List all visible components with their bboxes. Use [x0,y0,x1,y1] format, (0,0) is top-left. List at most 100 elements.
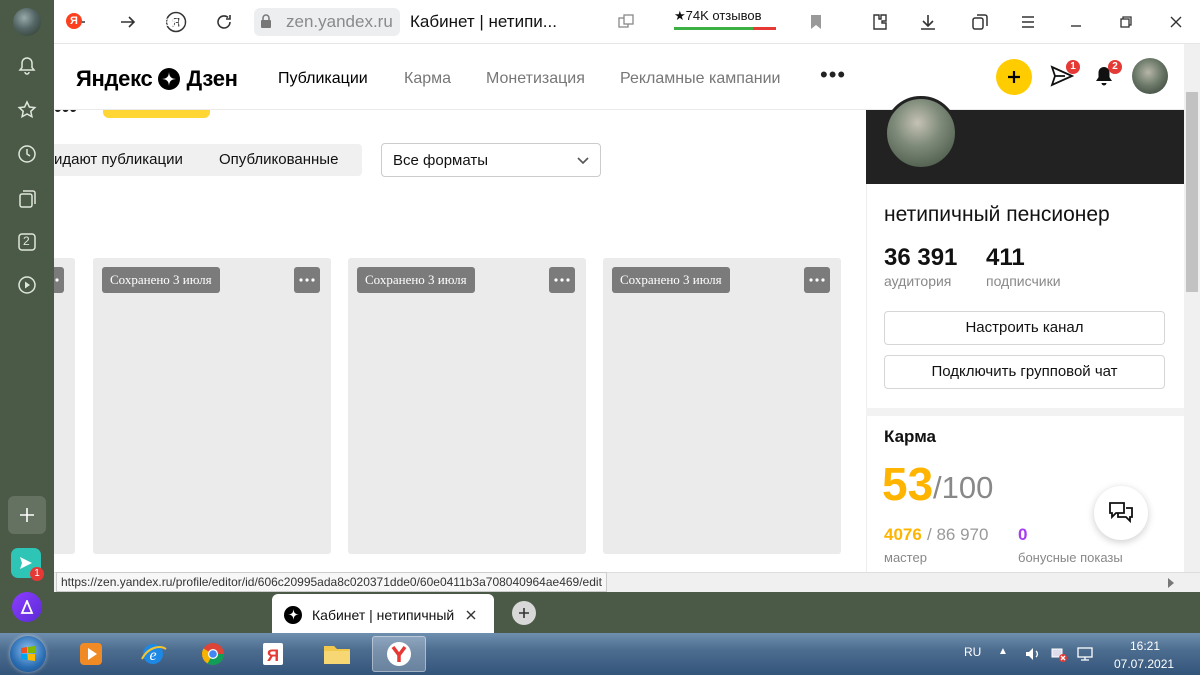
tab-cabinet-content[interactable]: Кабинет | нетипичный [284,594,476,635]
internet-explorer-icon[interactable]: e [126,636,180,672]
translate-icon[interactable] [614,10,638,34]
clock-date[interactable]: 07.07.2021 [1114,657,1174,671]
close-icon[interactable] [1164,10,1188,34]
profile-avatar[interactable] [1132,58,1168,94]
send-badge: 1 [1066,60,1080,74]
bell-icon[interactable] [15,54,39,78]
user-avatar[interactable] [13,8,41,36]
network-icon[interactable] [1076,646,1094,667]
subscribers-label: подписчики [986,273,1061,289]
master-value: 4076 [884,525,922,544]
chevron-down-icon [576,153,590,172]
vertical-scrollbar[interactable] [1184,44,1200,572]
browser-toolbar: Я zen.yandex.ru Кабинет | нетипи... ★74K… [54,0,1200,44]
bookmark-icon[interactable] [804,10,828,34]
nav-publications[interactable]: Публикации [278,70,368,88]
tab-awaiting[interactable]: идают публикации [54,151,183,168]
nav-ad-campaigns[interactable]: Рекламные кампании [620,70,780,88]
create-post-button[interactable] [996,59,1032,95]
folder-icon[interactable] [310,636,364,672]
card-more-button[interactable] [549,267,575,293]
lock-icon [256,11,276,31]
draft-card[interactable]: Сохранено 3 июля [603,258,841,554]
yandex-app-icon[interactable]: Я [246,636,300,672]
channel-name: нетипичный пенсионер [884,203,1110,226]
zen-star-icon [158,68,181,90]
tab-close-icon[interactable] [466,610,476,620]
chrome-icon[interactable] [186,636,240,672]
collections-toolbar-icon[interactable] [968,10,992,34]
zen-logo[interactable]: Яндекс Дзен [76,66,238,92]
tab-published[interactable]: Опубликованные [219,151,338,168]
draft-card[interactable]: Сохранено 3 июля [348,258,586,554]
minimize-icon[interactable] [1064,10,1088,34]
nav-monetization[interactable]: Монетизация [486,70,585,88]
network-status-icon[interactable] [1050,646,1068,667]
yellow-button-stub[interactable] [103,110,210,118]
download-icon[interactable] [916,10,940,34]
address-host[interactable]: zen.yandex.ru [286,12,393,32]
zen-header: Яндекс Дзен Публикации Карма Монетизация… [54,44,1184,110]
draft-card[interactable] [54,258,75,554]
new-tab-button[interactable] [512,601,536,625]
saved-date-badge: Сохранено 3 июля [357,267,475,293]
publications-area: ••• идают публикации Опубликованные Все … [54,110,866,572]
draft-card[interactable]: Сохранено 3 июля [93,258,331,554]
card-more-button[interactable] [294,267,320,293]
support-chat-icon[interactable] [1094,486,1148,540]
scrollbar-thumb[interactable] [1186,92,1198,292]
karma-title: Карма [884,427,937,446]
channel-avatar[interactable] [884,96,958,170]
master-label: мастер [884,550,927,565]
play-icon[interactable] [15,273,39,297]
reload-icon[interactable] [212,10,236,34]
subscribers-count: 411 [986,244,1025,271]
collections-icon[interactable] [15,187,39,211]
clock-time[interactable]: 16:21 [1130,639,1160,653]
master-total: / 86 970 [927,525,989,544]
saved-date-badge: Сохранено 3 июля [612,267,730,293]
tab-label: Кабинет | нетипичный [312,606,455,623]
windows-start-button[interactable] [10,636,46,672]
star-icon[interactable] [15,98,39,122]
panel-divider [866,408,1184,416]
messenger-badge: 1 [30,567,44,581]
title-stub: ••• [54,110,77,122]
restore-icon[interactable] [1114,10,1138,34]
tabs-count-icon[interactable]: 2 [15,230,39,254]
history-clock-icon[interactable] [15,142,39,166]
group-chat-button[interactable]: Подключить групповой чат [884,355,1165,389]
yandex-tab-icon: Я [66,12,82,29]
windows-taskbar [0,633,1200,675]
browser-tab-strip [54,592,1200,633]
nav-more-button[interactable]: ••• [820,62,846,88]
extensions-icon[interactable] [868,10,892,34]
add-panel-button[interactable] [8,496,46,534]
card-more-button[interactable] [804,267,830,293]
tab-yandex[interactable]: Я Яндекс [66,0,185,41]
logo-text: Яндекс [76,66,153,91]
nav-karma[interactable]: Карма [404,70,451,88]
saved-date-badge: Сохранено 3 июля [102,267,220,293]
volume-icon[interactable] [1024,646,1042,667]
logo-suffix: Дзен [186,66,238,91]
svg-text:Я: Я [267,646,279,665]
format-select[interactable]: Все форматы [381,143,601,177]
bell-badge: 2 [1108,60,1122,74]
audience-label: аудитория [884,273,952,289]
yandex-browser-icon[interactable] [372,636,426,672]
audience-count: 36 391 [884,244,958,271]
page-title: Кабинет | нетипи... [410,12,557,31]
karma-max: /100 [933,470,994,505]
menu-icon[interactable] [1016,10,1040,34]
zen-tab-icon [284,605,302,624]
configure-channel-button[interactable]: Настроить канал [884,311,1165,345]
karma-value: 53 [882,458,934,510]
card-more-button[interactable] [54,267,64,293]
media-player-icon[interactable] [64,636,118,672]
bonus-value: 0 [1018,525,1028,544]
input-language[interactable]: RU [964,645,981,659]
tray-expand-icon[interactable]: ▲ [998,646,1008,657]
reviews-rating-bar [674,27,776,30]
alice-assistant-icon[interactable] [12,592,42,622]
